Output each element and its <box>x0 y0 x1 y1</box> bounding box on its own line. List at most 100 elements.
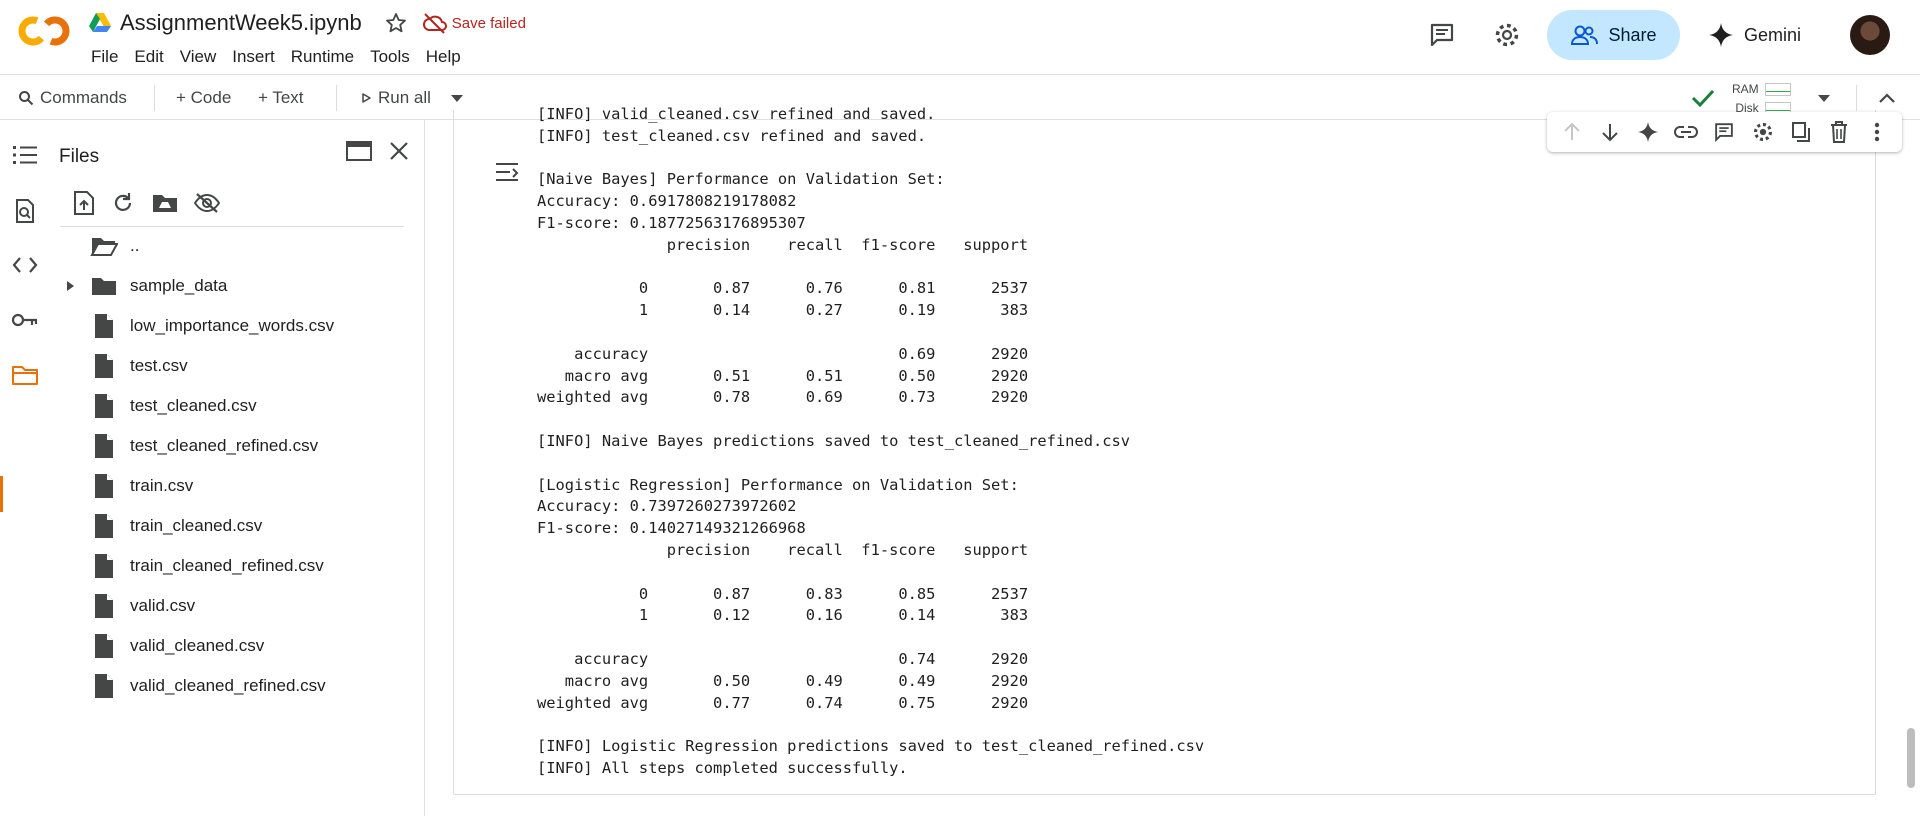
user-avatar[interactable] <box>1850 15 1890 55</box>
file-name: test_cleaned.csv <box>130 396 257 415</box>
file-icon <box>84 546 124 586</box>
table-of-contents-icon[interactable] <box>10 140 40 170</box>
star-icon[interactable] <box>384 11 408 35</box>
run-all-label: Run all <box>378 88 431 107</box>
file-icon <box>84 466 124 506</box>
file-name: test.csv <box>130 356 188 375</box>
notebook-title[interactable]: AssignmentWeek5.ipynb <box>120 10 362 36</box>
menu-help[interactable]: Help <box>418 46 469 68</box>
file-row[interactable]: test_cleaned.csv <box>50 386 420 426</box>
file-row[interactable]: low_importance_words.csv <box>50 306 420 346</box>
output-line: [INFO] Logistic Regression predictions s… <box>537 737 1205 756</box>
output-line: 1 0.14 0.27 0.19 383 <box>537 301 1029 320</box>
google-drive-icon[interactable] <box>88 12 112 34</box>
output-line: 1 0.12 0.16 0.14 383 <box>537 606 1029 625</box>
find-replace-icon[interactable] <box>10 196 40 226</box>
file-row[interactable]: test_cleaned_refined.csv <box>50 426 420 466</box>
output-line: precision recall f1-score support <box>537 540 1029 559</box>
cell-settings-gear-icon[interactable] <box>1749 118 1777 146</box>
delete-trash-icon[interactable] <box>1825 118 1853 146</box>
file-name: test_cleaned_refined.csv <box>130 436 319 455</box>
move-cell-up-icon[interactable] <box>1558 118 1586 146</box>
menu-runtime[interactable]: Runtime <box>283 46 362 68</box>
file-name: low_importance_words.csv <box>130 316 335 335</box>
cloud-off-icon <box>422 12 447 34</box>
file-icon <box>84 506 124 546</box>
file-row-parent[interactable]: .. <box>50 226 420 266</box>
file-icon <box>84 386 124 426</box>
close-icon[interactable] <box>388 140 410 162</box>
code-cell-output[interactable]: [INFO] valid_cleaned.csv refined and sav… <box>453 105 1902 795</box>
people-icon <box>1570 24 1599 46</box>
file-name: train_cleaned_refined.csv <box>130 556 324 575</box>
output-line: [INFO] Naive Bayes predictions saved to … <box>537 431 1131 450</box>
notebook-main: [INFO] valid_cleaned.csv refined and sav… <box>426 105 1920 816</box>
add-code-button[interactable]: + Code <box>176 75 231 121</box>
search-icon <box>18 90 34 106</box>
play-icon <box>360 92 372 104</box>
add-text-button[interactable]: + Text <box>258 75 304 121</box>
colab-logo[interactable] <box>18 14 70 48</box>
active-rail-indicator <box>0 476 3 512</box>
output-line: accuracy 0.74 2920 <box>537 649 1029 668</box>
folder-open-icon <box>84 226 124 266</box>
gemini-label: Gemini <box>1744 24 1802 45</box>
move-cell-down-icon[interactable] <box>1596 118 1624 146</box>
save-status[interactable]: Save failed <box>422 12 526 34</box>
ram-label: RAM <box>1732 82 1759 96</box>
more-vert-icon[interactable] <box>1863 118 1891 146</box>
output-line: weighted avg 0.78 0.69 0.73 2920 <box>537 388 1029 407</box>
output-line: accuracy 0.69 2920 <box>537 344 1029 363</box>
commands-button[interactable]: Commands <box>18 75 127 121</box>
output-actions-icon[interactable] <box>494 160 524 190</box>
gemini-sparkle-icon[interactable] <box>1634 118 1662 146</box>
upload-file-icon[interactable] <box>69 188 99 218</box>
ram-meter <box>1764 83 1791 97</box>
file-icon <box>84 426 124 466</box>
output-line: [Logistic Regression] Performance on Val… <box>537 475 1019 494</box>
secrets-key-icon[interactable] <box>10 305 40 335</box>
file-icon <box>84 626 124 666</box>
hide-hidden-files-icon[interactable] <box>192 188 222 218</box>
menu-tools[interactable]: Tools <box>362 46 418 68</box>
file-row[interactable]: valid.csv <box>50 586 420 626</box>
output-line: [INFO] valid_cleaned.csv refined and sav… <box>537 105 936 123</box>
code-snippets-icon[interactable] <box>10 250 40 280</box>
file-row-folder[interactable]: sample_data <box>50 266 420 306</box>
file-row[interactable]: valid_cleaned.csv <box>50 626 420 666</box>
file-name: valid_cleaned_refined.csv <box>130 676 326 695</box>
scrollbar[interactable] <box>1907 728 1915 788</box>
comments-icon[interactable] <box>1424 17 1460 53</box>
mirror-cell-icon[interactable] <box>1787 118 1815 146</box>
gemini-button[interactable]: Gemini <box>1708 17 1801 53</box>
output-line: 0 0.87 0.76 0.81 2537 <box>537 279 1029 298</box>
settings-gear-icon[interactable] <box>1489 17 1525 53</box>
share-button[interactable]: Share <box>1547 10 1680 60</box>
file-row[interactable]: valid_cleaned_refined.csv <box>50 666 420 706</box>
menu-insert[interactable]: Insert <box>224 46 283 68</box>
run-all-button[interactable]: Run all <box>360 75 431 121</box>
file-icon <box>84 346 124 386</box>
menu-edit[interactable]: Edit <box>126 46 171 68</box>
menu-file[interactable]: File <box>91 46 126 68</box>
expand-caret-icon[interactable] <box>56 266 84 306</box>
comment-icon[interactable] <box>1710 118 1738 146</box>
mount-drive-icon[interactable] <box>150 188 180 218</box>
open-in-window-icon[interactable] <box>346 140 372 162</box>
file-row[interactable]: test.csv <box>50 346 420 386</box>
output-line: F1-score: 0.14027149321266968 <box>537 519 806 538</box>
link-icon[interactable] <box>1672 118 1700 146</box>
files-folder-icon[interactable] <box>10 360 40 390</box>
file-row[interactable]: train_cleaned_refined.csv <box>50 546 420 586</box>
file-name: valid_cleaned.csv <box>130 636 265 655</box>
refresh-icon[interactable] <box>108 188 138 218</box>
output-text: [INFO] valid_cleaned.csv refined and sav… <box>537 104 1204 780</box>
menu-view[interactable]: View <box>172 46 225 68</box>
file-row[interactable]: train.csv <box>50 466 420 506</box>
file-row[interactable]: train_cleaned.csv <box>50 506 420 546</box>
